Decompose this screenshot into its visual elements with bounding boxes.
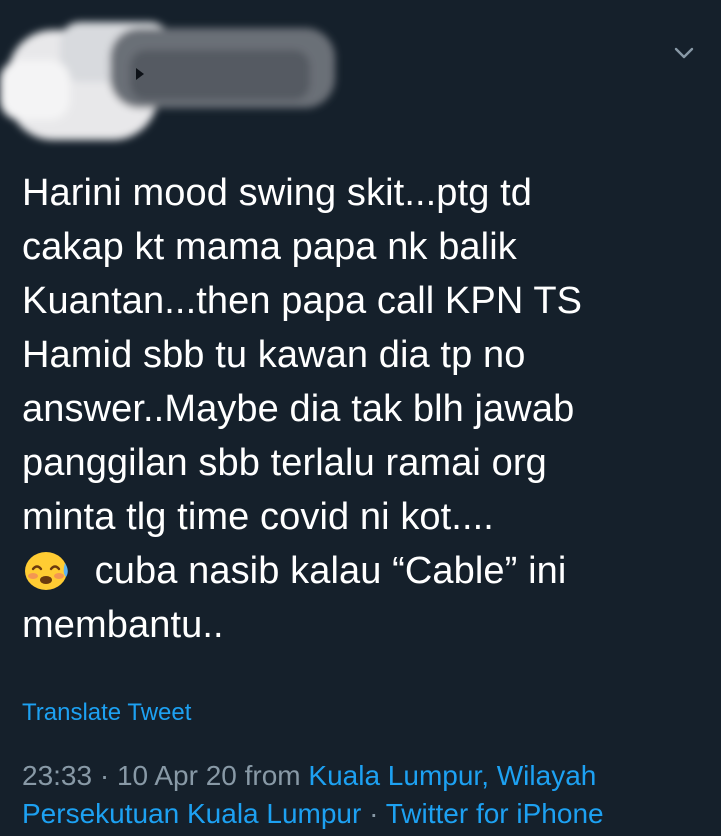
- chevron-down-icon[interactable]: [673, 42, 695, 64]
- source-link[interactable]: Twitter for iPhone: [386, 798, 604, 829]
- meta-separator: ·: [361, 798, 386, 829]
- tweet-time: 23:33: [22, 760, 93, 791]
- tweet-text-line: membantu..: [22, 604, 224, 646]
- tweet-text-line: Kuantan...then papa call KPN TS: [22, 280, 583, 322]
- meta-from-word: from: [236, 760, 309, 791]
- tweet-text-line: minta tlg time covid ni kot....: [22, 496, 494, 538]
- tweet-text-line: panggilan sbb terlalu ramai org: [22, 442, 547, 484]
- blurred-author-header: [0, 0, 360, 150]
- tweet-body: Harini mood swing skit...ptg td cakap kt…: [22, 166, 692, 652]
- tweet-metadata: 23:33 · 10 Apr 20 from Kuala Lumpur, Wil…: [22, 757, 702, 833]
- blurred-avatar-and-name: [0, 22, 335, 140]
- tweet-text-line: answer..Maybe dia tak blh jawab: [22, 388, 575, 430]
- location-link[interactable]: Kuala Lumpur, Wilayah: [308, 760, 596, 791]
- location-link-continued[interactable]: Persekutuan Kuala Lumpur: [22, 798, 361, 829]
- pleading-face-icon: [22, 549, 72, 591]
- tweet-text-line: Harini mood swing skit...ptg td: [22, 172, 532, 214]
- tweet-text-segment: cuba nasib kalau “Cable” ini: [84, 550, 567, 592]
- tweet-text-line: Hamid sbb tu kawan dia tp no: [22, 334, 526, 376]
- tweet-text-line-with-emoji: cuba nasib kalau “Cable” ini: [22, 544, 692, 598]
- translate-tweet-link[interactable]: Translate Tweet: [22, 699, 191, 727]
- tweet-detail-view: Harini mood swing skit...ptg td cakap kt…: [0, 0, 721, 836]
- meta-separator: ·: [92, 760, 117, 791]
- tweet-date: 10 Apr 20: [116, 760, 237, 791]
- tweet-text-line: cakap kt mama papa nk balik: [22, 226, 517, 268]
